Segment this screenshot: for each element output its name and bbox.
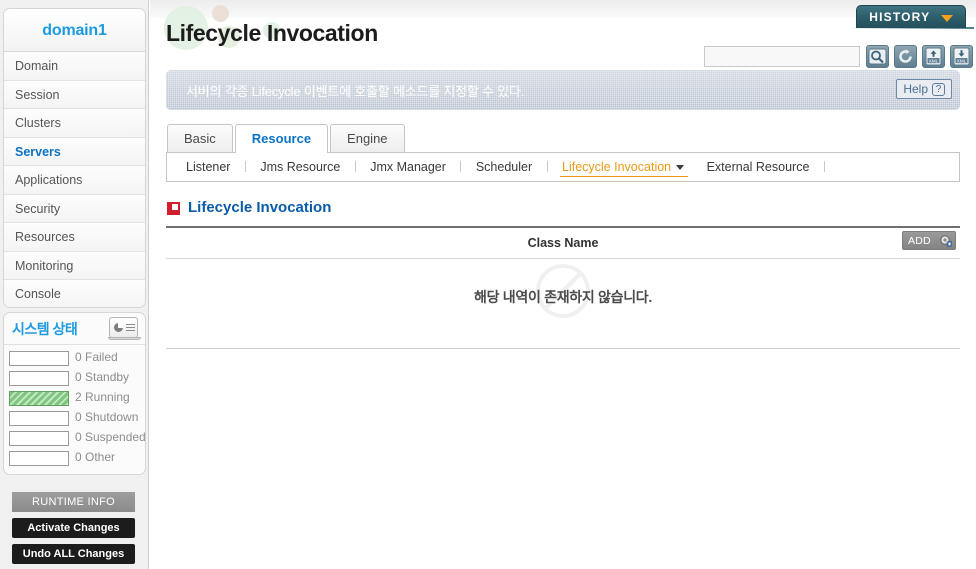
tab-resource[interactable]: Resource [234, 124, 329, 154]
tab-bar: Basic Resource Engine [167, 124, 407, 154]
subtab-scheduler[interactable]: Scheduler [467, 153, 541, 181]
sidebar-action-buttons: RUNTIME INFO Activate Changes Undo ALL C… [12, 492, 135, 569]
sidebar-item-session[interactable]: Session [4, 80, 145, 109]
add-button[interactable]: ADD [902, 231, 956, 250]
subtab-separator [460, 161, 462, 173]
status-bar [9, 371, 69, 386]
application-window: domain1 Domain Session Clusters Servers … [0, 0, 976, 569]
status-row-standby: 0 Standby [9, 369, 145, 389]
runtime-info-button[interactable]: RUNTIME INFO [12, 492, 135, 512]
subtab-list: Listener Jms Resource Jmx Manager Schedu… [177, 153, 826, 181]
system-status-panel: 시스템 상태 0 Failed 0 Standby 2 Running 0 Sh… [3, 312, 146, 475]
status-label-other: 0 Other [75, 450, 116, 464]
sidebar-item-resources[interactable]: Resources [4, 223, 145, 252]
section-title: Lifecycle Invocation [188, 199, 332, 216]
subtab-jmx-manager[interactable]: Jmx Manager [361, 153, 455, 181]
navigation-card: domain1 Domain Session Clusters Servers … [3, 8, 146, 308]
monitor-chart-icon[interactable] [108, 317, 141, 340]
status-label-shutdown: 0 Shutdown [75, 410, 139, 424]
status-bar [9, 411, 69, 426]
subtab-separator [546, 161, 548, 173]
sidebar-item-servers[interactable]: Servers [4, 137, 145, 166]
red-square-icon [167, 202, 180, 215]
tab-basic[interactable]: Basic [167, 124, 233, 153]
history-button[interactable]: HISTORY [856, 5, 966, 28]
status-row-shutdown: 0 Shutdown [9, 409, 145, 429]
tab-engine[interactable]: Engine [330, 124, 405, 153]
subtab-jms-resource[interactable]: Jms Resource [251, 153, 349, 181]
activate-changes-button[interactable]: Activate Changes [12, 518, 135, 538]
system-status-title: 시스템 상태 [12, 321, 78, 337]
status-row-suspended: 0 Suspended [9, 429, 146, 449]
status-label-suspended: 0 Suspended [75, 430, 146, 444]
sidebar-item-clusters[interactable]: Clusters [4, 109, 145, 138]
domain-title: domain1 [4, 9, 145, 52]
table-header-row: Class Name ADD [166, 228, 960, 259]
subtab-label: Lifecycle Invocation [562, 160, 672, 174]
column-header-class-name: Class Name [527, 236, 599, 250]
xml-import-icon[interactable]: XML [950, 45, 973, 68]
status-label-standby: 0 Standby [75, 370, 130, 384]
sidebar-item-applications[interactable]: Applications [4, 166, 145, 195]
chevron-down-icon [940, 15, 953, 22]
subtab-lifecycle-invocation[interactable]: Lifecycle Invocation [553, 153, 693, 181]
history-button-label: HISTORY [869, 10, 931, 24]
svg-text:XML: XML [929, 58, 939, 63]
empty-state: 해당 내역이 존재하지 않습니다. [166, 259, 960, 349]
status-row-other: 0 Other [9, 449, 145, 469]
status-label-running: 2 Running [75, 390, 130, 404]
subtab-separator [244, 161, 246, 173]
refresh-icon[interactable] [894, 45, 917, 68]
add-gear-icon [939, 234, 953, 247]
main-content: Lifecycle Invocation HISTORY XML XML 서버의… [150, 0, 976, 569]
svg-text:XML: XML [957, 58, 967, 63]
status-bar [9, 351, 69, 366]
question-mark-icon: ? [932, 83, 945, 97]
undo-all-changes-button[interactable]: Undo ALL Changes [12, 544, 135, 564]
status-bar [9, 451, 69, 466]
system-status-header: 시스템 상태 [4, 313, 145, 345]
info-banner: 서버의 각종 Lifecycle 이벤트에 호출할 메소드를 지정할 수 있다.… [166, 70, 960, 110]
sidebar-item-console[interactable]: Console [4, 280, 145, 307]
status-row-failed: 0 Failed [9, 349, 145, 369]
add-button-label: ADD [908, 235, 931, 247]
sidebar-item-security[interactable]: Security [4, 194, 145, 223]
status-row-running: 2 Running [9, 389, 145, 409]
xml-export-icon[interactable]: XML [922, 45, 945, 68]
search-input[interactable] [704, 46, 860, 67]
page-title: Lifecycle Invocation [166, 20, 378, 46]
help-button[interactable]: Help? [896, 79, 952, 99]
sidebar-item-domain[interactable]: Domain [4, 52, 145, 81]
sidebar: domain1 Domain Session Clusters Servers … [0, 0, 149, 569]
subtab-listener[interactable]: Listener [177, 153, 239, 181]
status-bar [9, 391, 69, 406]
status-bar [9, 431, 69, 446]
subtab-separator [823, 161, 825, 173]
subtab-bar: Listener Jms Resource Jmx Manager Schedu… [166, 152, 960, 182]
empty-state-message: 해당 내역이 존재하지 않습니다. [474, 289, 652, 305]
top-band [150, 0, 976, 18]
help-button-label: Help [903, 82, 928, 96]
status-label-failed: 0 Failed [75, 350, 118, 364]
subtab-external-resource[interactable]: External Resource [698, 153, 819, 181]
info-banner-text: 서버의 각종 Lifecycle 이벤트에 호출할 메소드를 지정할 수 있다. [186, 84, 525, 99]
chevron-down-icon [676, 165, 685, 171]
search-icon[interactable] [866, 45, 889, 68]
sidebar-item-monitoring[interactable]: Monitoring [4, 251, 145, 280]
subtab-separator [354, 161, 356, 173]
